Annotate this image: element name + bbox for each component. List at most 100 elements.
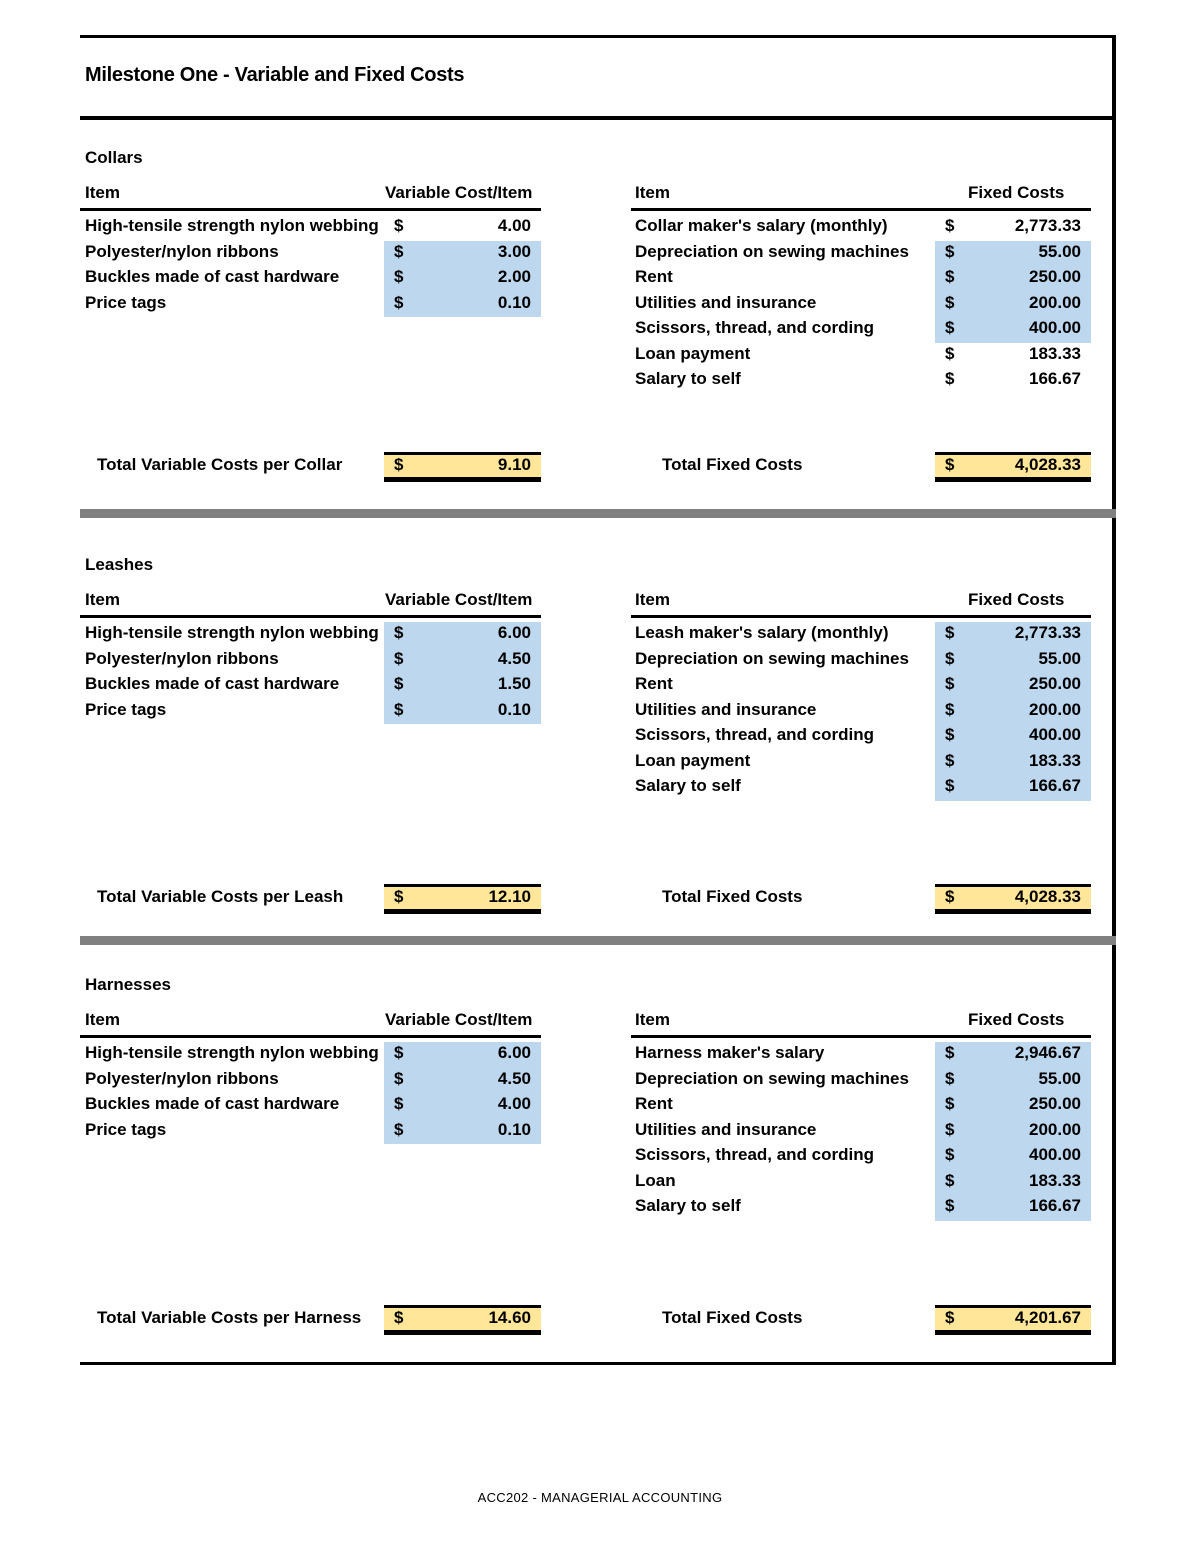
fixed-cost-cell[interactable]: $ 2,773.33: [935, 622, 1091, 648]
fixed-cost-cell[interactable]: $ 250.00: [935, 673, 1091, 699]
fixed-cost-cell[interactable]: $ 166.67: [935, 1195, 1091, 1221]
fixed-item-label: Harness maker's salary: [635, 1043, 825, 1062]
fixed-cost-cell[interactable]: $ 183.33: [935, 1169, 1091, 1195]
currency-symbol: $: [945, 674, 955, 693]
fixed-cost-value: 400.00: [1029, 1145, 1081, 1164]
fixed-cost-cell[interactable]: $ 2,773.33: [935, 215, 1091, 241]
fixed-cost-value: 2,773.33: [1014, 216, 1081, 235]
fixed-cost-cell[interactable]: $ 166.67: [935, 775, 1091, 801]
variable-item-header: Item: [85, 1010, 120, 1029]
fixed-cost-row: Loan payment $ 183.33: [0, 749, 1200, 775]
currency-symbol: $: [945, 1043, 955, 1062]
currency-symbol: $: [945, 750, 955, 770]
page-title: Milestone One - Variable and Fixed Costs: [85, 64, 465, 86]
total-variable-value: 14.60: [488, 1308, 531, 1327]
currency-symbol: $: [945, 241, 955, 261]
fixed-cost-cell[interactable]: $ 200.00: [935, 1118, 1091, 1144]
fixed-item-label: Salary to self: [635, 1196, 741, 1215]
fixed-cost-cell[interactable]: $ 250.00: [935, 1093, 1091, 1119]
fixed-cost-cell[interactable]: $ 400.00: [935, 1144, 1091, 1170]
fixed-cost-row: Scissors, thread, and cording $ 400.00: [0, 1144, 1200, 1170]
header-rule: [80, 1035, 541, 1038]
fixed-cost-value: 166.67: [1029, 776, 1081, 795]
total-variable-value: 12.10: [488, 887, 531, 906]
fixed-item-label: Salary to self: [635, 369, 741, 388]
fixed-item-label: Utilities and insurance: [635, 1119, 817, 1139]
fixed-cost-row: Rent $ 250.00: [0, 673, 1200, 699]
variable-cost-header: Variable Cost/Item: [385, 590, 533, 609]
fixed-cost-cell[interactable]: $ 400.00: [935, 724, 1091, 750]
fixed-cost-row: Depreciation on sewing machines $ 55.00: [0, 240, 1200, 266]
section-title: Collars: [85, 148, 143, 167]
currency-symbol: $: [945, 1145, 955, 1164]
currency-symbol: $: [945, 623, 955, 642]
fixed-cost-row: Salary to self $ 166.67: [0, 1195, 1200, 1221]
total-fixed-label: Total Fixed Costs: [662, 455, 803, 474]
fixed-cost-cell[interactable]: $ 400.00: [935, 317, 1091, 343]
fixed-cost-value: 183.33: [1029, 750, 1081, 770]
fixed-cost-cell[interactable]: $ 166.67: [935, 368, 1091, 394]
fixed-item-label: Scissors, thread, and cording: [635, 318, 875, 337]
fixed-cost-row: Loan $ 183.33: [0, 1169, 1200, 1195]
fixed-cost-value: 400.00: [1029, 725, 1081, 744]
variable-item-header: Item: [85, 183, 120, 202]
fixed-item-header: Item: [635, 590, 670, 609]
fixed-item-label: Salary to self: [635, 776, 741, 795]
section-title: Harnesses: [85, 975, 172, 994]
total-fixed-cell: $ 4,028.33: [935, 452, 1091, 482]
fixed-item-label: Depreciation on sewing machines: [635, 648, 909, 668]
fixed-cost-cell[interactable]: $ 2,946.67: [935, 1042, 1091, 1068]
currency-symbol: $: [945, 1308, 955, 1327]
currency-symbol: $: [394, 887, 404, 906]
header-rule: [80, 208, 541, 211]
currency-symbol: $: [945, 776, 955, 795]
currency-symbol: $: [945, 292, 955, 312]
fixed-cost-row: Salary to self $ 166.67: [0, 775, 1200, 801]
fixed-cost-cell[interactable]: $ 55.00: [935, 647, 1091, 673]
fixed-cost-value: 55.00: [1038, 1068, 1081, 1088]
fixed-item-label: Scissors, thread, and cording: [635, 1145, 875, 1164]
fixed-cost-value: 250.00: [1029, 674, 1081, 693]
fixed-item-header: Item: [635, 1010, 670, 1029]
fixed-cost-value: 400.00: [1029, 318, 1081, 337]
fixed-cost-value: 250.00: [1029, 1094, 1081, 1113]
fixed-cost-row: Loan payment $ 183.33: [0, 343, 1200, 369]
fixed-item-label: Scissors, thread, and cording: [635, 725, 875, 744]
fixed-cost-value: 55.00: [1038, 648, 1081, 668]
header-rule: [631, 615, 1091, 618]
fixed-item-label: Utilities and insurance: [635, 292, 817, 312]
header-rule: [80, 615, 541, 618]
currency-symbol: $: [945, 216, 955, 235]
fixed-item-label: Leash maker's salary (monthly): [635, 623, 889, 642]
total-fixed-cell: $ 4,028.33: [935, 884, 1091, 914]
fixed-cost-value: 55.00: [1038, 241, 1081, 261]
fixed-item-label: Rent: [635, 267, 673, 286]
fixed-item-label: Loan payment: [635, 343, 751, 363]
fixed-cost-header: Fixed Costs: [968, 1010, 1065, 1029]
currency-symbol: $: [945, 369, 955, 388]
fixed-cost-cell[interactable]: $ 55.00: [935, 1067, 1091, 1093]
currency-symbol: $: [945, 343, 955, 363]
fixed-item-header: Item: [635, 183, 670, 202]
fixed-cost-cell[interactable]: $ 55.00: [935, 240, 1091, 266]
currency-symbol: $: [945, 887, 955, 906]
fixed-cost-cell[interactable]: $ 200.00: [935, 291, 1091, 317]
currency-symbol: $: [945, 648, 955, 668]
fixed-cost-cell[interactable]: $ 200.00: [935, 698, 1091, 724]
fixed-cost-row: Scissors, thread, and cording $ 400.00: [0, 724, 1200, 750]
header-rule: [631, 1035, 1091, 1038]
section-separator: [80, 936, 1116, 945]
fixed-cost-row: Utilities and insurance $ 200.00: [0, 1118, 1200, 1144]
currency-symbol: $: [945, 1170, 955, 1190]
fixed-item-label: Rent: [635, 674, 673, 693]
variable-cost-header: Variable Cost/Item: [385, 1010, 533, 1029]
fixed-cost-cell[interactable]: $ 183.33: [935, 749, 1091, 775]
currency-symbol: $: [945, 699, 955, 719]
total-fixed-value: 4,028.33: [1014, 455, 1081, 474]
currency-symbol: $: [945, 1094, 955, 1113]
fixed-cost-value: 200.00: [1029, 699, 1081, 719]
fixed-cost-cell[interactable]: $ 250.00: [935, 266, 1091, 292]
fixed-cost-row: Utilities and insurance $ 200.00: [0, 291, 1200, 317]
total-fixed-label: Total Fixed Costs: [662, 1308, 803, 1327]
fixed-cost-cell[interactable]: $ 183.33: [935, 343, 1091, 369]
